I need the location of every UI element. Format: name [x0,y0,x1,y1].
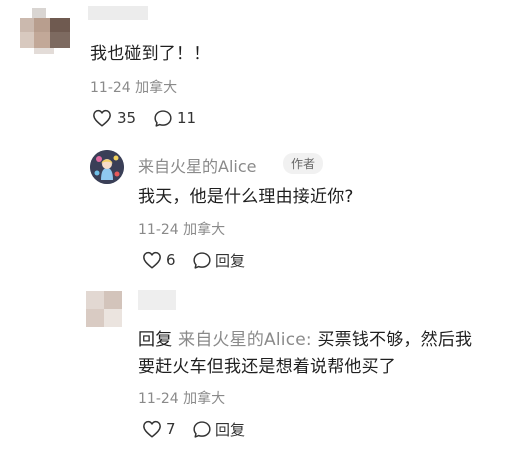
author-tag-badge: 作者 [283,153,324,174]
reply-to-author-link[interactable]: 来自火星的Alice: [178,330,312,350]
comment-avatar-pixelated[interactable] [20,8,70,54]
comment-like-button[interactable]: 35 [92,108,136,128]
reply1-text: 我天，他是什么理由接近你? [138,187,354,207]
reply1-like-button[interactable]: 6 [142,250,176,270]
reply2-text-line2: 要赶火车但我还是想着说帮他买了 [138,357,396,377]
heart-icon [142,420,162,438]
reply2-like-count: 7 [166,420,176,438]
reply2-like-button[interactable]: 7 [142,419,176,439]
reply2-avatar-pixelated[interactable] [86,291,122,327]
reply2-text-line1: 回复 来自火星的Alice: 买票钱不够，然后我 [138,325,472,350]
comment-text: 我也碰到了！！ [90,44,211,64]
reply2-username-blurred[interactable] [138,290,176,310]
comment-bubble-icon [192,420,212,439]
comment-bubble-icon [153,109,173,128]
reply-prefix: 回复 [138,330,173,350]
reply1-like-count: 6 [166,251,176,269]
comment-username-blurred[interactable] [88,6,148,20]
like-count: 35 [117,109,137,127]
reply1-reply-button[interactable]: 回复 [192,250,245,270]
comment-reply-count-button[interactable]: 11 [153,108,196,128]
reply2-meta: 11-24 加拿大 [138,391,226,407]
heart-icon [92,109,112,127]
reply2-reply-label: 回复 [215,420,246,439]
comment-bubble-icon [192,251,212,270]
reply1-author-name[interactable]: 来自火星的Alice [138,153,256,177]
reply2-reply-button[interactable]: 回复 [192,419,245,439]
comment-meta: 11-24 加拿大 [90,80,178,96]
reply1-reply-label: 回复 [215,251,246,270]
author-avatar[interactable] [90,150,124,184]
reply1-meta: 11-24 加拿大 [138,222,226,238]
reply2-text-body: 买票钱不够，然后我 [317,330,473,350]
reply-count: 11 [177,109,197,127]
heart-icon [142,251,162,269]
